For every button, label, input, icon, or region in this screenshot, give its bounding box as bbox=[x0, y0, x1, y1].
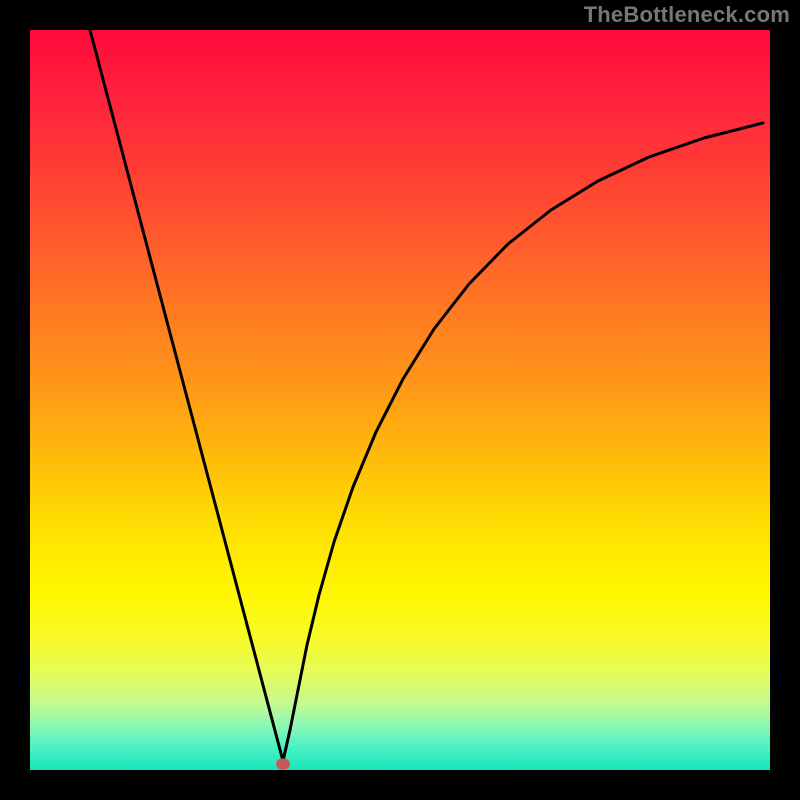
watermark-label: TheBottleneck.com bbox=[584, 2, 790, 28]
chart-container: TheBottleneck.com bbox=[0, 0, 800, 800]
minimum-marker bbox=[276, 759, 290, 770]
plot-area bbox=[30, 30, 770, 770]
bottleneck-curve bbox=[30, 30, 770, 770]
